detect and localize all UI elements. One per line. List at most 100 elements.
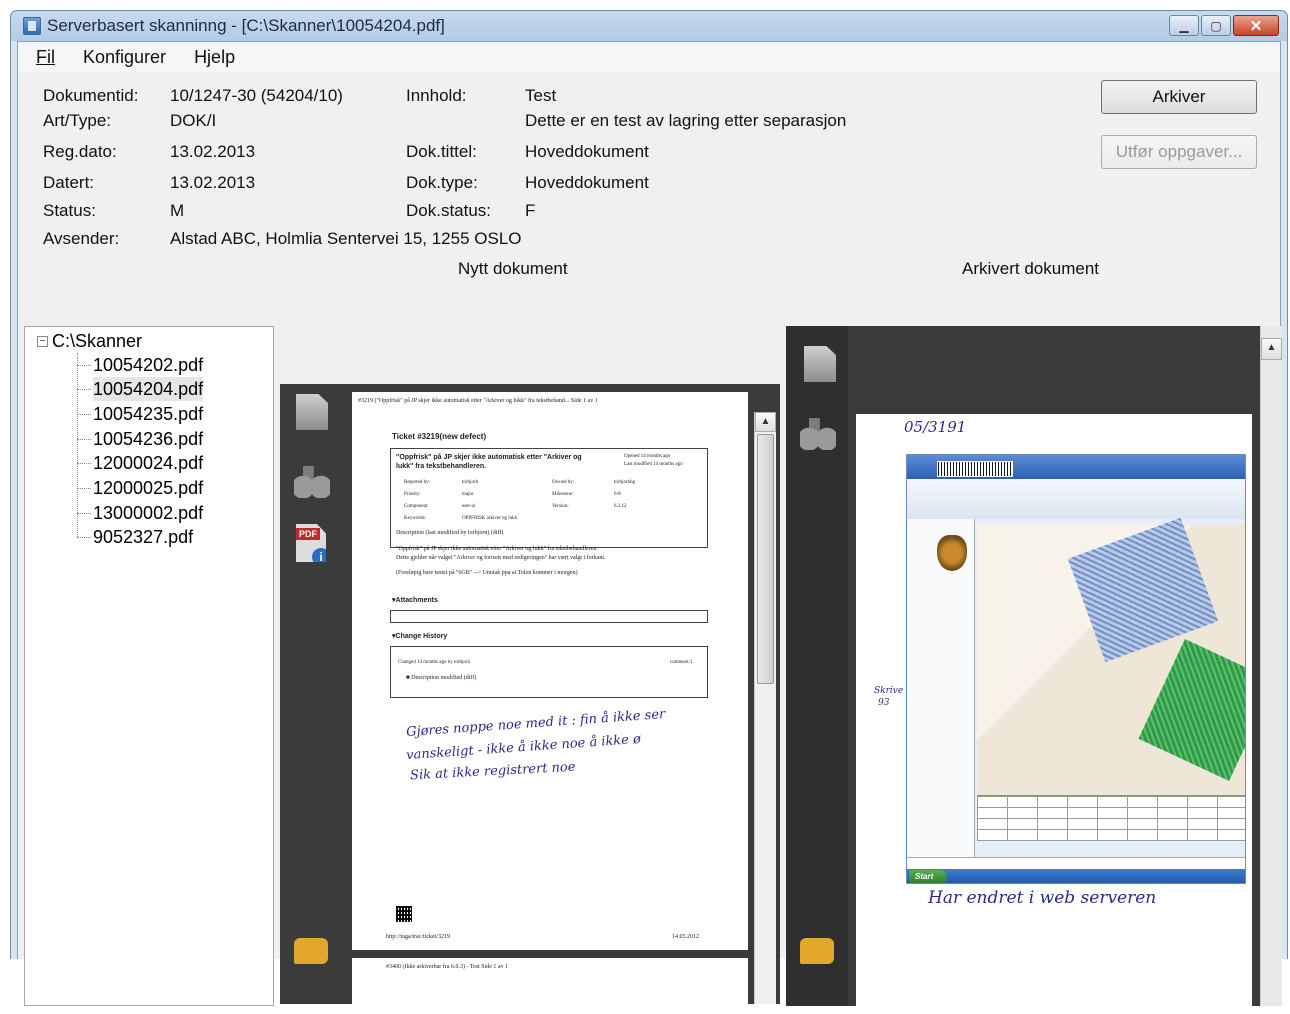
tree-item[interactable]: 10054235.pdf — [93, 402, 203, 426]
handwriting-side-2: 93 — [878, 698, 890, 708]
tree-item[interactable]: 12000025.pdf — [93, 476, 203, 500]
file-tree: − C:\Skanner 10054202.pdf 10054204.pdf 1… — [24, 326, 274, 1006]
comment-icon[interactable] — [800, 938, 834, 964]
app-icon — [23, 17, 41, 35]
menu-file[interactable]: Fil — [36, 47, 55, 68]
keywords-label: Keywords: — [404, 516, 426, 521]
status-label: Status: — [43, 201, 96, 220]
handwriting-bottom: Har endret i web serveren — [928, 888, 1157, 908]
art-value: DOK/I — [170, 111, 217, 130]
handwriting-side-1: Skrive — [874, 686, 904, 696]
dokstatus-value: F — [525, 201, 536, 220]
tree-item[interactable]: 9052327.pdf — [93, 525, 193, 549]
title-bar[interactable]: Serverbasert skanninng - [C:\Skanner\100… — [11, 11, 1287, 41]
keywords-value: OPPFRISK arkiver og lukk — [462, 516, 518, 521]
new-document-header: Nytt dokument — [458, 259, 568, 278]
archived-document-viewer: 05/3191 Skrive 93 Start Har endret i web… — [786, 326, 1282, 1014]
scroll-up-button[interactable]: ▲ — [755, 412, 776, 432]
opened: Opened 14 months ago — [624, 454, 671, 459]
description-1: "Oppfrisk" på JP skjer ikke automatisk e… — [396, 546, 598, 552]
vertical-scrollbar[interactable]: ▲ — [754, 412, 776, 1004]
owned-label: Owned by: — [552, 480, 575, 485]
owned-value: torbjornbg — [614, 480, 636, 485]
doktype-label: Dok.type: — [406, 173, 478, 192]
summary-2: lukk" fra tekstbehandleren. — [396, 463, 487, 470]
scroll-thumb[interactable] — [757, 434, 774, 684]
version-value: 6.2.12 — [614, 504, 627, 509]
maximize-button[interactable]: ▢ — [1201, 15, 1231, 36]
avsender-value: Alstad ABC, Holmlia Sentervei 15, 1255 O… — [170, 229, 522, 248]
collapse-icon[interactable]: − — [37, 336, 48, 347]
binoculars-search-icon[interactable] — [294, 462, 330, 498]
tree-item[interactable]: 10054202.pdf — [93, 353, 203, 377]
page-header: #3219 ("Oppfrisk" på JP skjer ikke autom… — [358, 398, 598, 404]
dokstatus-label: Dok.status: — [406, 201, 492, 220]
page-view-icon[interactable] — [296, 394, 328, 430]
summary-1: "Oppfrisk" på JP skjer ikke automatisk e… — [396, 454, 582, 461]
menu-configure[interactable]: Konfigurer — [83, 47, 166, 68]
comment-icon[interactable] — [294, 938, 328, 964]
pdf-info-icon[interactable]: PDF i — [296, 524, 326, 562]
minimize-icon: ▁ — [1179, 18, 1189, 33]
info-icon: i — [312, 548, 326, 562]
version-label: Version: — [552, 504, 569, 509]
component-label: Component: — [404, 504, 429, 509]
page-view-icon[interactable] — [804, 346, 836, 382]
attachments-heading: ▾Attachments — [392, 597, 438, 604]
datert-value: 13.02.2013 — [170, 173, 256, 192]
description-head: Description (last modified by torbjorn) … — [396, 530, 504, 536]
pdf-tag: PDF — [296, 528, 320, 540]
handwriting-3: Sik at ikke registrert noe — [409, 759, 576, 784]
dokumentid-label: Dokumentid: — [43, 86, 139, 105]
coat-of-arms — [937, 535, 967, 571]
description-modified: ■ Description modified (diff) — [406, 675, 477, 681]
component-value: eset-ui — [462, 504, 476, 509]
tree-item[interactable]: 10054236.pdf — [93, 427, 203, 451]
close-icon: ✕ — [1249, 17, 1263, 35]
menu-bar: Fil Konfigurer Hjelp — [18, 42, 1280, 72]
archived-scroll-up-button[interactable]: ▲ — [1261, 338, 1282, 360]
milestone-value: 6-8 — [614, 492, 621, 497]
archived-page: 05/3191 Skrive 93 Start Har endret i web… — [856, 414, 1252, 1014]
tree-root-label: C:\Skanner — [52, 331, 143, 351]
pdf-page-2: #3400 (Ikke arkiverbar fra 6.0.3) - Test… — [352, 958, 748, 1004]
client-area: Fil Konfigurer Hjelp Dokumentid: 10/1247… — [17, 41, 1282, 1014]
menu-help[interactable]: Hjelp — [194, 47, 235, 68]
changed-text: Changed 14 months ago by torbjorn — [398, 660, 471, 665]
close-button[interactable]: ✕ — [1233, 15, 1279, 36]
priority-value: major — [462, 492, 474, 497]
milestone-label: Milestone: — [552, 492, 574, 497]
datert-label: Datert: — [43, 173, 95, 192]
app-window: Serverbasert skanninng - [C:\Skanner\100… — [10, 10, 1288, 1014]
modified: Last modified 14 months ago — [624, 462, 683, 467]
tree-item-selected[interactable]: 10054204.pdf — [93, 377, 204, 401]
avsender-label: Avsender: — [43, 229, 120, 248]
footer-date: 14.05.2012 — [672, 934, 699, 940]
tree-root[interactable]: − C:\Skanner — [37, 331, 142, 352]
document-info: Dokumentid: 10/1247-30 (54204/10) Art/Ty… — [18, 72, 1280, 322]
footer-url: http://tuga/trac/ticket/3219 — [386, 934, 450, 940]
qr-code — [396, 906, 412, 922]
barcode — [937, 461, 1013, 477]
handwriting-top: 05/3191 — [904, 418, 967, 436]
archived-document-header: Arkivert dokument — [962, 259, 1099, 278]
innhold-label: Innhold: — [406, 86, 467, 105]
regdato-label: Reg.dato: — [43, 142, 117, 161]
dokumentid-value: 10/1247-30 (54204/10) — [170, 86, 343, 105]
archived-scrollbar[interactable]: ▲ — [1260, 326, 1282, 1006]
archive-button[interactable]: Arkiver — [1101, 80, 1257, 114]
minimize-button[interactable]: ▁ — [1169, 15, 1199, 36]
next-page-header: #3400 (Ikke arkiverbar fra 6.0.3) - Test… — [386, 964, 509, 970]
status-value: M — [170, 201, 185, 220]
tasks-button[interactable]: Utfør oppgaver... — [1101, 135, 1257, 169]
reported-value: torbjorh — [462, 480, 479, 485]
doktype-value: Hoveddokument — [525, 173, 649, 192]
tree-item[interactable]: 13000002.pdf — [93, 501, 203, 525]
reported-label: Reported by: — [404, 480, 430, 485]
window-title: Serverbasert skanninng - [C:\Skanner\100… — [47, 16, 445, 35]
binoculars-search-icon[interactable] — [800, 414, 836, 450]
start-button: Start — [909, 870, 947, 883]
tree-item[interactable]: 12000024.pdf — [93, 451, 203, 475]
ticket-title: Ticket #3219(new defect) — [392, 432, 487, 441]
maximize-icon: ▢ — [1210, 18, 1222, 33]
